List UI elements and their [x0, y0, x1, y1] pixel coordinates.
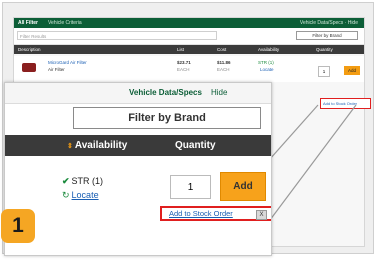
zoom-callout: Vehicle Data/Specs Hide Filter by Brand … [4, 82, 272, 256]
product-thumbnail [22, 63, 36, 72]
list-unit: EACH [177, 67, 190, 72]
vehicle-data-specs-link[interactable]: Vehicle Data/Specs [129, 88, 202, 97]
quantity-header: Quantity [175, 140, 216, 151]
table-row: MicroGard Air Filter Air Filter $23.71 E… [14, 56, 364, 82]
header-vehicle-data-link[interactable]: Vehicle Data/Specs · Hide [300, 18, 358, 28]
availability-status: ✔ STR (1) [62, 176, 103, 187]
results-header-bar: All Filter Vehicle Criteria Vehicle Data… [14, 18, 364, 28]
product-category: Air Filter [48, 67, 65, 72]
locate-link[interactable]: Locate [260, 67, 274, 72]
list-price: $23.71 [177, 60, 191, 65]
add-to-stock-order-link[interactable]: Add to Stock Order [323, 101, 357, 106]
sort-arrows-icon: ⇕ [67, 143, 73, 150]
product-name-link[interactable]: MicroGard Air Filter [48, 60, 87, 65]
cost-unit: EACH [217, 67, 230, 72]
zoom-top-bar: Vehicle Data/Specs Hide [5, 83, 271, 104]
quantity-input[interactable]: 1 [318, 66, 330, 77]
filter-row: Filter Results Filter by Brand [14, 28, 364, 45]
hide-link[interactable]: Hide [211, 88, 227, 97]
results-table-header: Description List Cost Availability Quant… [14, 45, 364, 54]
availability-header[interactable]: ⇕ Availability [67, 135, 127, 157]
col-availability: Availability [258, 47, 280, 52]
check-circle-icon: ✔ [62, 176, 70, 186]
add-button[interactable]: Add [220, 172, 266, 201]
add-button[interactable]: Add [344, 66, 360, 75]
locate-label: Locate [71, 190, 99, 200]
availability-status: STR (1) [258, 60, 274, 65]
add-to-stock-order-link[interactable]: Add to Stock Order [169, 209, 233, 218]
availability-text: STR (1) [71, 176, 104, 186]
filter-by-brand-button[interactable]: Filter by Brand [296, 31, 358, 40]
zoom-table-header: ⇕ Availability Quantity [5, 135, 271, 156]
add-to-stock-order-highlight[interactable]: Add to Stock Order [320, 98, 371, 109]
col-quantity: Quantity [316, 47, 333, 52]
col-description: Description [18, 47, 41, 52]
filter-by-brand-button[interactable]: Filter by Brand [73, 107, 261, 129]
step-number-badge: 1 [1, 209, 35, 243]
col-list: List [177, 47, 185, 52]
add-to-stock-order-highlight[interactable]: Add to Stock Order X [160, 206, 271, 221]
filter-results-input[interactable]: Filter Results [17, 31, 217, 40]
header-title: All Filter [18, 20, 39, 26]
close-icon[interactable]: X [256, 210, 267, 220]
cost-price: $11.86 [217, 60, 231, 65]
locate-link[interactable]: ↻ Locate [62, 190, 99, 201]
availability-header-label: Availability [74, 140, 128, 151]
col-cost: Cost [217, 47, 227, 52]
refresh-icon: ↻ [62, 190, 70, 200]
header-subtitle: Vehicle Criteria [48, 20, 82, 26]
quantity-input[interactable]: 1 [170, 175, 211, 199]
